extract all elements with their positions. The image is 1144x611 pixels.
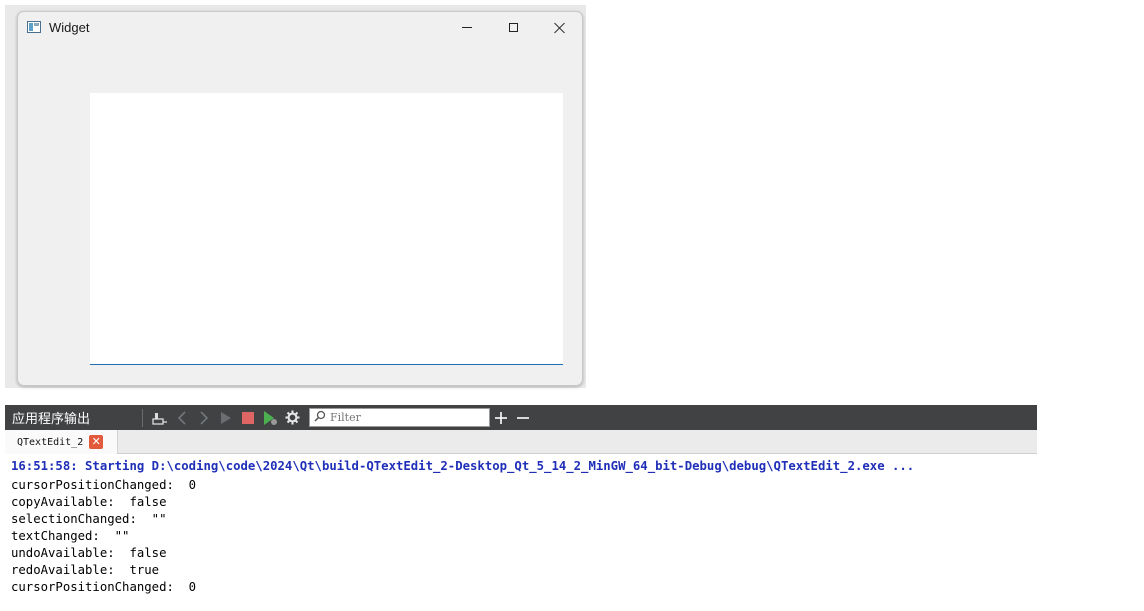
tab-qtextedit-2[interactable]: QTextEdit_2 ✕ xyxy=(5,430,118,454)
output-tab-bar: QTextEdit_2 ✕ xyxy=(5,430,1037,454)
filter-input[interactable] xyxy=(328,410,482,425)
stop-icon[interactable] xyxy=(237,407,259,429)
filter-field[interactable] xyxy=(309,408,490,427)
window-title: Widget xyxy=(49,19,90,35)
output-line: undoAvailable: false xyxy=(11,546,167,560)
output-pane-title: 应用程序输出 xyxy=(12,411,91,426)
screenshot-window-region: Widget xyxy=(5,5,586,388)
minimize-icon xyxy=(462,26,472,28)
tab-close-icon[interactable]: ✕ xyxy=(89,435,104,449)
text-edit[interactable] xyxy=(90,93,563,365)
output-text-area[interactable]: 16:51:58: Starting D:\coding\code\2024\Q… xyxy=(5,455,1037,611)
zoom-in-icon[interactable] xyxy=(490,407,512,429)
toolbar-separator xyxy=(142,408,143,427)
close-icon xyxy=(554,22,565,33)
output-line-start: 16:51:58: Starting D:\coding\code\2024\Q… xyxy=(11,459,915,473)
close-button[interactable] xyxy=(536,12,582,42)
output-line: copyAvailable: false xyxy=(11,495,167,509)
settings-icon[interactable] xyxy=(281,407,303,429)
search-icon xyxy=(314,410,328,425)
output-line: textChanged: "" xyxy=(11,529,130,543)
minimize-button[interactable] xyxy=(444,12,490,42)
widget-window: Widget xyxy=(17,11,583,386)
previous-icon[interactable] xyxy=(171,407,193,429)
qt-widget-window-icon xyxy=(27,21,41,33)
maximize-button[interactable] xyxy=(490,12,536,42)
output-line: selectionChanged: "" xyxy=(11,512,167,526)
output-line: cursorPositionChanged: 0 xyxy=(11,580,197,594)
zoom-out-icon[interactable] xyxy=(512,407,534,429)
clear-output-icon[interactable] xyxy=(149,407,171,429)
maximize-icon xyxy=(508,22,518,32)
rerun-icon[interactable] xyxy=(259,407,281,429)
output-line: redoAvailable: true xyxy=(11,563,160,577)
title-bar[interactable]: Widget xyxy=(18,12,582,42)
output-line: cursorPositionChanged: 0 xyxy=(11,478,197,492)
output-pane-toolbar: 应用程序输出 xyxy=(5,405,1037,430)
next-icon[interactable] xyxy=(193,407,215,429)
tab-label: QTextEdit_2 xyxy=(17,436,84,448)
run-icon[interactable] xyxy=(215,407,237,429)
window-controls xyxy=(444,12,582,42)
